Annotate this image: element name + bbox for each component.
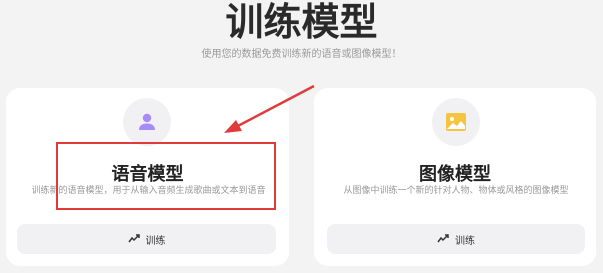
annotation-arrow (224, 84, 315, 133)
